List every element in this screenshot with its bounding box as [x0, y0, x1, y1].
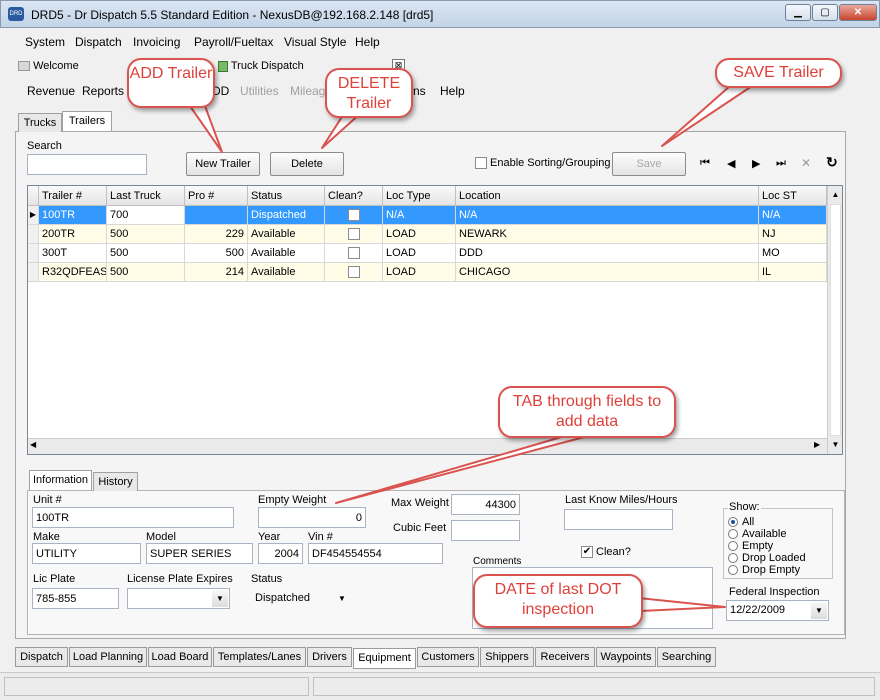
callout-tab-fields: TAB through fields to add data — [498, 386, 676, 438]
bottom-tab-templates-lanes[interactable]: Templates/Lanes — [213, 647, 306, 667]
bottom-tab-searching[interactable]: Searching — [657, 647, 716, 667]
callout-delete-trailer: DELETE Trailer — [325, 68, 413, 118]
callout-add-trailer: ADD Trailer — [127, 58, 215, 108]
bottom-tab-shippers[interactable]: Shippers — [480, 647, 534, 667]
tab-pointer — [335, 435, 589, 504]
bottom-tab-drivers[interactable]: Drivers — [307, 647, 352, 667]
status-panel-left — [4, 677, 309, 696]
callout-save-trailer: SAVE Trailer — [715, 58, 842, 88]
status-bar — [0, 672, 880, 700]
bottom-tab-customers[interactable]: Customers — [417, 647, 479, 667]
bottom-tab-load-planning[interactable]: Load Planning — [69, 647, 147, 667]
bottom-tab-dispatch[interactable]: Dispatch — [15, 647, 68, 667]
callout-dot-inspection: DATE of last DOT inspection — [473, 574, 643, 628]
bottom-tab-waypoints[interactable]: Waypoints — [596, 647, 656, 667]
save-pointer — [661, 85, 753, 147]
add-pointer — [189, 105, 223, 153]
bottom-tab-receivers[interactable]: Receivers — [535, 647, 595, 667]
status-panel-right — [313, 677, 875, 696]
bottom-tab-load-board[interactable]: Load Board — [148, 647, 212, 667]
bottom-tab-equipment[interactable]: Equipment — [353, 648, 416, 669]
